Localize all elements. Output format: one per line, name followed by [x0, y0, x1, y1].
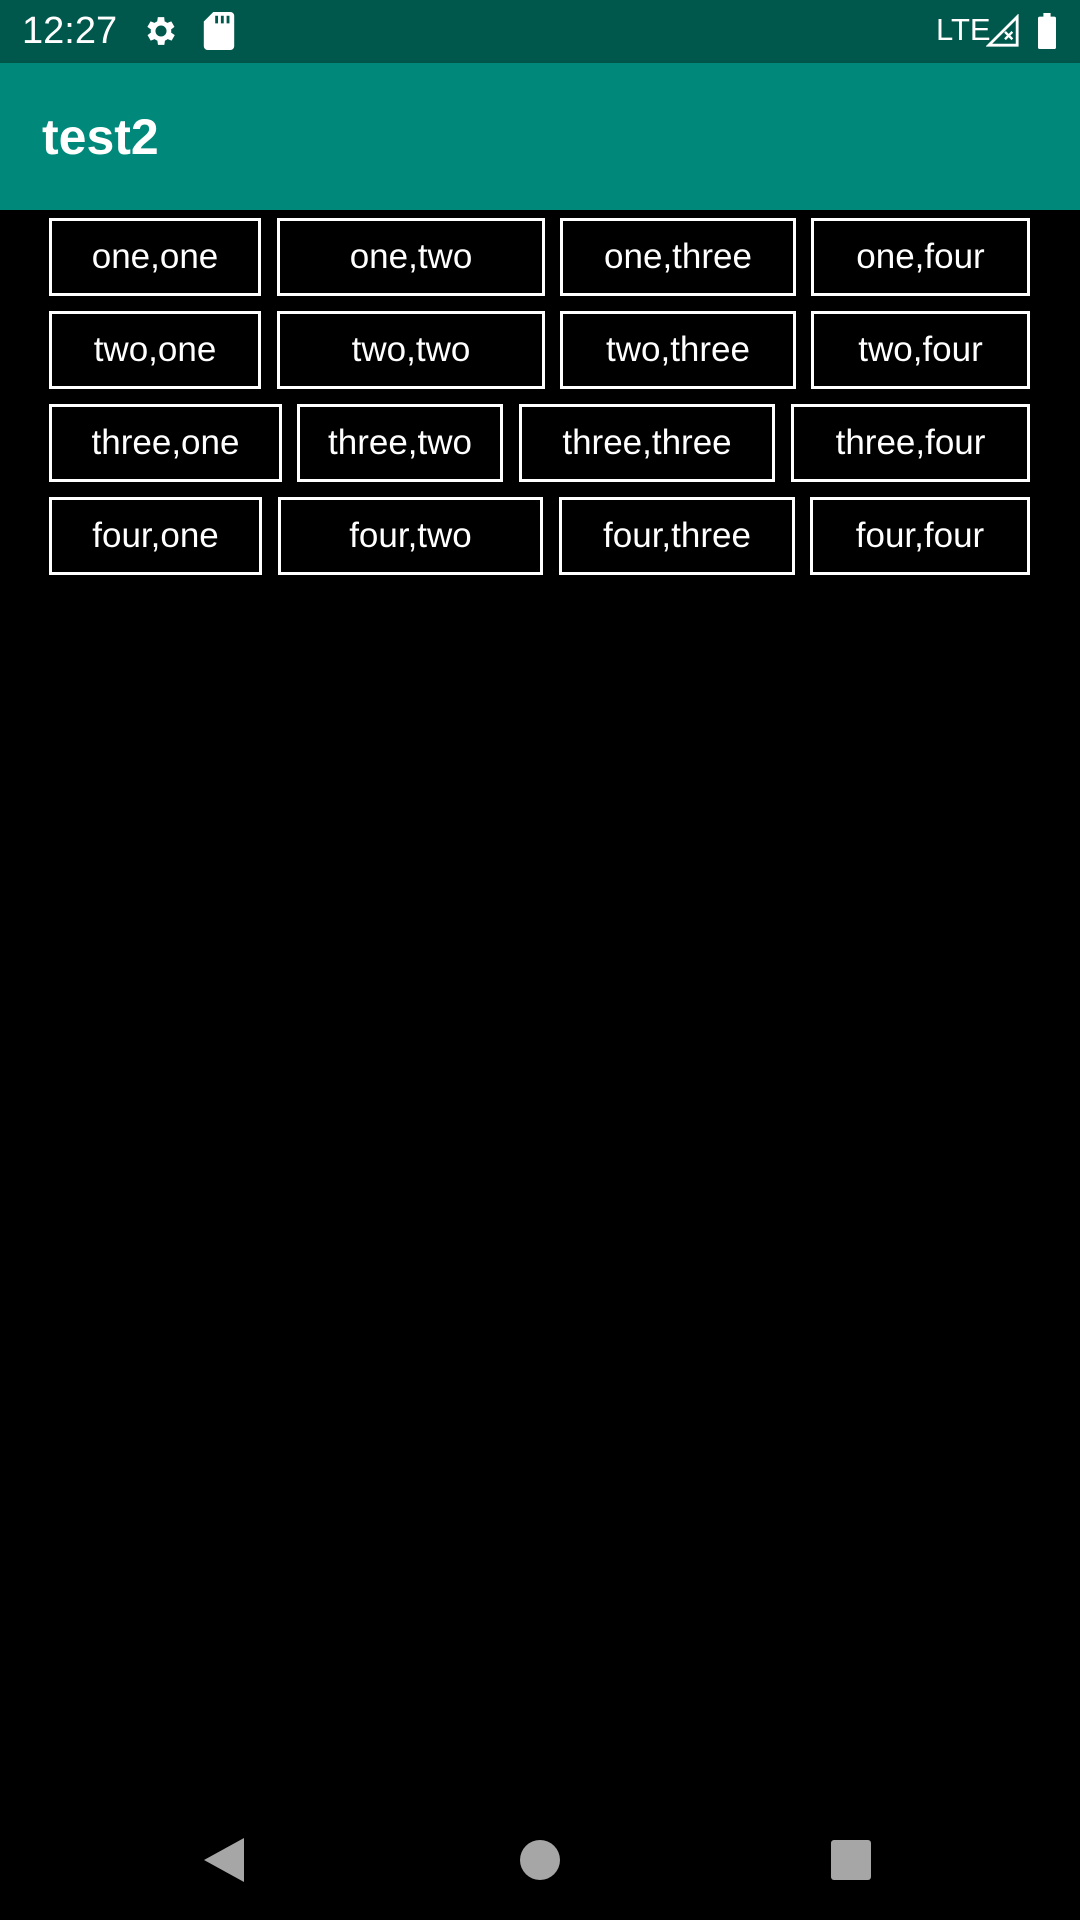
signal-icon — [985, 13, 1020, 52]
cell-three-four[interactable]: three,four — [791, 404, 1030, 482]
recents-icon[interactable] — [821, 1830, 881, 1890]
settings-icon — [142, 12, 180, 54]
status-time: 12:27 — [22, 10, 118, 52]
cell-two-one[interactable]: two,one — [49, 311, 261, 389]
cell-two-two[interactable]: two,two — [277, 311, 545, 389]
cell-three-three[interactable]: three,three — [519, 404, 775, 482]
cell-four-three[interactable]: four,three — [559, 497, 795, 575]
cell-one-one[interactable]: one,one — [49, 218, 261, 296]
cell-four-one[interactable]: four,one — [49, 497, 262, 575]
app-title: test2 — [42, 109, 159, 165]
cell-one-four[interactable]: one,four — [811, 218, 1030, 296]
navigation-bar — [0, 1800, 1080, 1920]
cell-two-three[interactable]: two,three — [560, 311, 796, 389]
home-icon[interactable] — [510, 1830, 570, 1890]
cell-three-one[interactable]: three,one — [49, 404, 282, 482]
sd-card-icon — [203, 12, 235, 54]
back-icon[interactable] — [196, 1830, 256, 1890]
status-bar: 12:27 LTE — [0, 0, 1080, 63]
cell-four-four[interactable]: four,four — [810, 497, 1030, 575]
cell-four-two[interactable]: four,two — [278, 497, 543, 575]
cell-one-two[interactable]: one,two — [277, 218, 545, 296]
network-type: LTE — [936, 12, 991, 47]
battery-icon — [1036, 13, 1058, 53]
cell-one-three[interactable]: one,three — [560, 218, 796, 296]
cell-three-two[interactable]: three,two — [297, 404, 503, 482]
cell-two-four[interactable]: two,four — [811, 311, 1030, 389]
app-bar: test2 — [0, 63, 1080, 210]
